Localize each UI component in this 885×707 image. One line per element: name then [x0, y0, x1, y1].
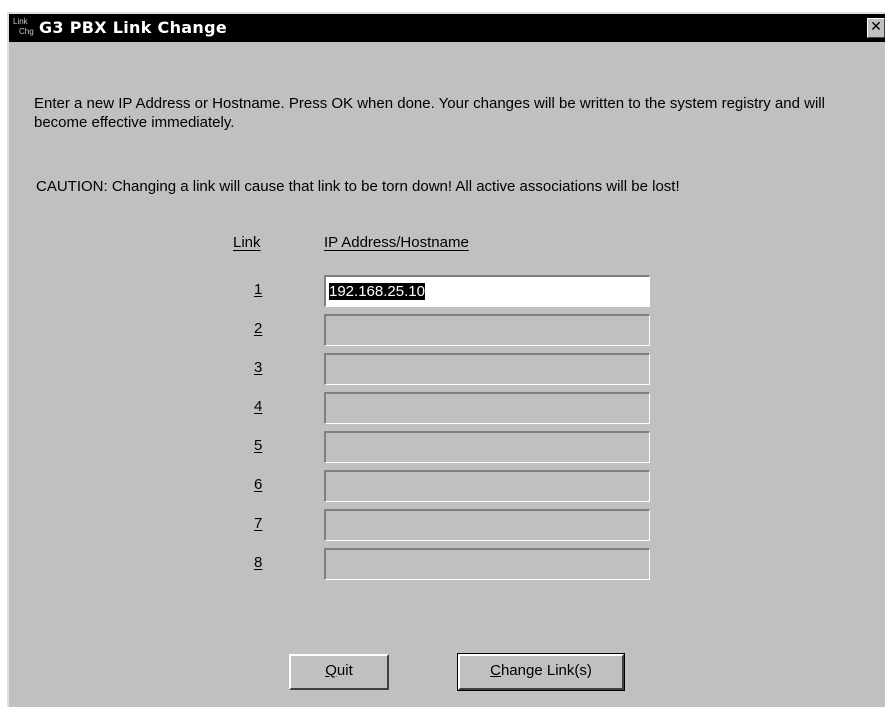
- close-icon[interactable]: ✕: [867, 18, 885, 38]
- title-bar[interactable]: Link Chg G3 PBX Link Change ✕: [9, 14, 885, 42]
- ip-column-header: IP Address/Hostname: [324, 234, 469, 251]
- window-title: G3 PBX Link Change: [39, 18, 227, 37]
- change-label: hange Link(s): [500, 662, 592, 679]
- link-number-4: 4: [254, 398, 263, 415]
- change-links-button[interactable]: Change Link(s): [457, 653, 625, 691]
- quit-label: uit: [336, 662, 353, 679]
- app-icon-text-top: Link: [13, 17, 28, 26]
- link-number-1: 1: [254, 281, 263, 298]
- link-number-3: 3: [254, 359, 263, 376]
- link-7-ip-input: [324, 509, 650, 541]
- link-number-7: 7: [254, 515, 263, 532]
- link-change-app-icon: Link Chg: [13, 17, 34, 39]
- change-mnemonic: C: [490, 662, 501, 679]
- link-number-6: 6: [254, 476, 263, 493]
- link-4-ip-input: [324, 392, 650, 424]
- link-2-ip-input: [324, 314, 650, 346]
- quit-button[interactable]: Quit: [289, 654, 389, 690]
- link-8-ip-input: [324, 548, 650, 580]
- instruction-text: Enter a new IP Address or Hostname. Pres…: [34, 95, 825, 131]
- link-6-ip-input: [324, 470, 650, 502]
- link-number-8: 8: [254, 554, 263, 571]
- quit-mnemonic: Q: [325, 662, 337, 679]
- app-icon-text-bottom: Chg: [19, 27, 34, 36]
- link-number-2: 2: [254, 320, 263, 337]
- link-number-5: 5: [254, 437, 263, 454]
- caution-text: CAUTION: Changing a link will cause that…: [36, 178, 680, 195]
- link-3-ip-input: [324, 353, 650, 385]
- link-1-ip-input[interactable]: [324, 275, 650, 307]
- link-5-ip-input: [324, 431, 650, 463]
- link-change-dialog: Link Chg G3 PBX Link Change ✕ Enter a ne…: [7, 12, 885, 707]
- link-column-header: Link: [233, 234, 261, 251]
